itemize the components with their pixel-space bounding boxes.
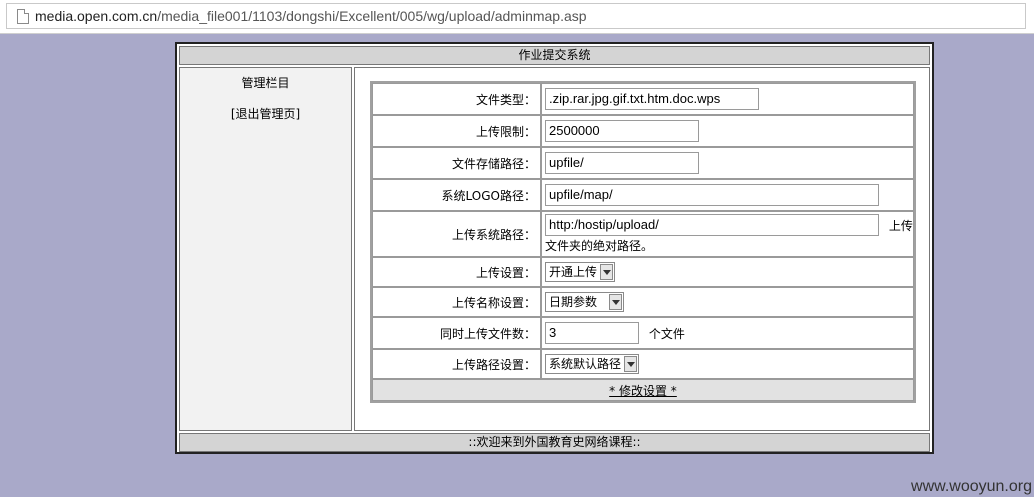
url-host: media.open.com.cn <box>35 8 158 24</box>
upload-limit-input[interactable]: 2500000 <box>545 120 699 142</box>
row-upload-limit: 上传限制： 2500000 <box>372 115 914 147</box>
upload-setting-cell: 开通上传 <box>541 257 914 287</box>
chevron-down-icon[interactable] <box>624 355 638 372</box>
chevron-down-icon[interactable] <box>609 293 623 310</box>
name-setting-cell: 日期参数 <box>541 287 914 317</box>
name-setting-value: 日期参数 <box>549 295 598 309</box>
system-path-note-1: 上传 <box>888 218 913 233</box>
system-path-note-2: 文件夹的绝对路径。 <box>545 239 654 253</box>
concurrent-label: 同时上传文件数： <box>372 317 541 349</box>
file-types-label: 文件类型： <box>372 83 541 115</box>
row-path-setting: 上传路径设置： 系统默认路径 <box>372 349 914 379</box>
upload-limit-label: 上传限制： <box>372 115 541 147</box>
path-setting-label: 上传路径设置： <box>372 349 541 379</box>
logo-path-label: 系统LOGO路径： <box>372 179 541 211</box>
url-field[interactable]: media.open.com.cn/media_file001/1103/don… <box>6 3 1026 29</box>
path-setting-value: 系统默认路径 <box>549 357 622 371</box>
sidebar: 管理栏目 [退出管理页] <box>179 67 352 431</box>
storage-path-input[interactable]: upfile/ <box>545 152 699 174</box>
page-icon <box>17 9 29 24</box>
system-path-input[interactable]: http:/hostip/upload/ <box>545 214 879 236</box>
logout-link[interactable]: [退出管理页] <box>180 105 351 122</box>
concurrent-input[interactable]: 3 <box>545 322 639 344</box>
logo-path-input[interactable]: upfile/map/ <box>545 184 879 206</box>
name-setting-select[interactable]: 日期参数 <box>545 292 625 312</box>
concurrent-cell: 3 个文件 <box>541 317 914 349</box>
settings-table: 文件类型： .zip.rar.jpg.gif.txt.htm.doc.wps 上… <box>370 81 916 403</box>
row-storage-path: 文件存储路径： upfile/ <box>372 147 914 179</box>
footer: ::欢迎来到外国教育史网络课程:: <box>179 433 930 452</box>
storage-path-label: 文件存储路径： <box>372 147 541 179</box>
submit-cell: * 修改设置 * <box>372 379 914 401</box>
chevron-down-icon[interactable] <box>600 263 614 280</box>
storage-path-cell: upfile/ <box>541 147 914 179</box>
row-logo-path: 系统LOGO路径： upfile/map/ <box>372 179 914 211</box>
path-setting-select[interactable]: 系统默认路径 <box>545 354 640 374</box>
row-name-setting: 上传名称设置： 日期参数 <box>372 287 914 317</box>
concurrent-unit: 个文件 <box>648 326 685 341</box>
system-path-cell: http:/hostip/upload/ 上传 文件夹的绝对路径。 <box>541 211 914 257</box>
upload-setting-select[interactable]: 开通上传 <box>545 262 616 282</box>
page-title: 作业提交系统 <box>179 46 930 65</box>
upload-limit-cell: 2500000 <box>541 115 914 147</box>
upload-setting-label: 上传设置： <box>372 257 541 287</box>
watermark: www.wooyun.org <box>911 478 1032 495</box>
url-text[interactable]: media.open.com.cn/media_file001/1103/don… <box>35 8 587 24</box>
file-types-cell: .zip.rar.jpg.gif.txt.htm.doc.wps <box>541 83 914 115</box>
url-path: /media_file001/1103/dongshi/Excellent/00… <box>157 8 587 24</box>
path-setting-cell: 系统默认路径 <box>541 349 914 379</box>
row-concurrent: 同时上传文件数： 3 个文件 <box>372 317 914 349</box>
row-submit: * 修改设置 * <box>372 379 914 401</box>
submit-button[interactable]: * 修改设置 * <box>609 384 677 398</box>
logo-path-cell: upfile/map/ <box>541 179 914 211</box>
row-file-types: 文件类型： .zip.rar.jpg.gif.txt.htm.doc.wps <box>372 83 914 115</box>
name-setting-label: 上传名称设置： <box>372 287 541 317</box>
sidebar-title: 管理栏目 <box>241 76 290 90</box>
row-system-path: 上传系统路径： http:/hostip/upload/ 上传 文件夹的绝对路径… <box>372 211 914 257</box>
file-types-input[interactable]: .zip.rar.jpg.gif.txt.htm.doc.wps <box>545 88 759 110</box>
system-path-label: 上传系统路径： <box>372 211 541 257</box>
row-upload-setting: 上传设置： 开通上传 <box>372 257 914 287</box>
browser-address-bar: media.open.com.cn/media_file001/1103/don… <box>0 0 1034 34</box>
upload-setting-value: 开通上传 <box>549 265 598 279</box>
